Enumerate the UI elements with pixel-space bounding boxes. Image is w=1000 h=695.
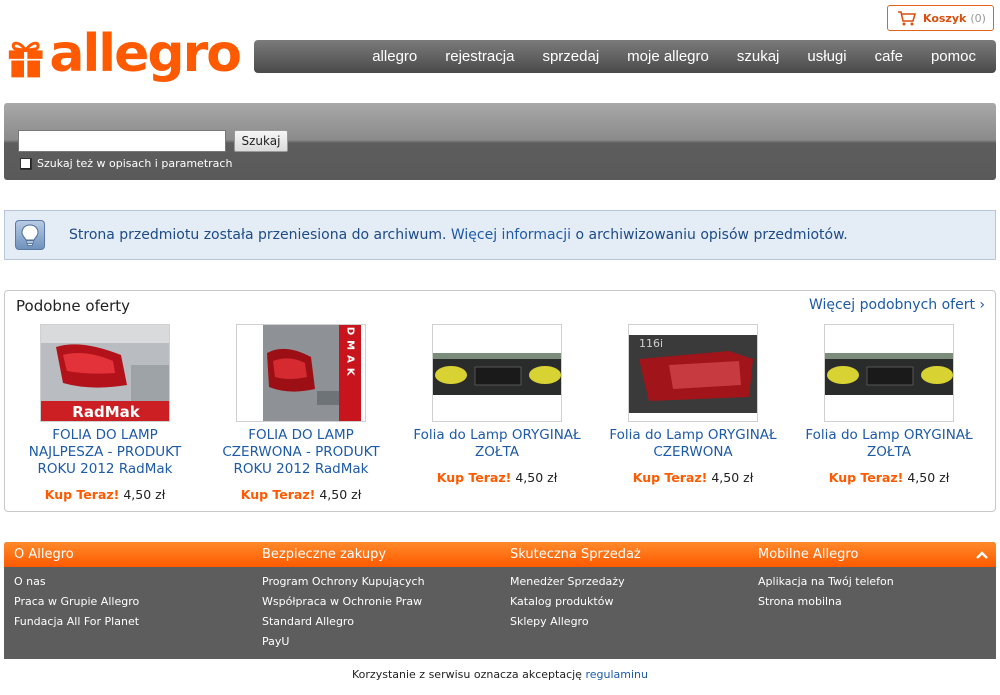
search-input[interactable] [18, 130, 226, 152]
nav-pomoc[interactable]: pomoc [931, 48, 976, 65]
offer-badge: RadMak [72, 403, 140, 421]
offer-image[interactable]: RadMak [40, 324, 170, 422]
price-value: 4,50 zł [515, 470, 558, 485]
offer-price: Kup Teraz! 4,50 zł [595, 470, 791, 485]
car-yellow-headlight-image [825, 325, 953, 421]
car-red-tail-light-image: 116i [629, 325, 757, 421]
nav-cafe[interactable]: cafe [875, 48, 903, 65]
price-value: 4,50 zł [123, 487, 166, 502]
nav-szukaj[interactable]: szukaj [737, 48, 780, 65]
nav-allegro[interactable]: allegro [372, 48, 417, 65]
offer-title[interactable]: Folia do Lamp ORYGINAŁ ZOŁTA [791, 427, 987, 461]
footer-column-skuteczna-sprzedaz: Skuteczna Sprzedaż Menedżer Sprzedaży Ka… [510, 542, 641, 635]
more-info-link[interactable]: Więcej informacji [451, 227, 571, 243]
footer-column-title: Mobilne Allegro [758, 547, 859, 562]
footer-link[interactable]: Praca w Grupie Allegro [14, 595, 139, 615]
chevron-up-icon[interactable] [974, 547, 990, 563]
top-navigation: allegro rejestracja sprzedaj moje allegr… [254, 40, 996, 73]
offer-price: Kup Teraz! 4,50 zł [791, 470, 987, 485]
buy-now-label[interactable]: Kup Teraz! [241, 487, 316, 502]
lightbulb-icon [15, 220, 45, 250]
cart-label: Koszyk [923, 11, 967, 25]
nav-sprzedaj[interactable]: sprzedaj [542, 48, 599, 65]
buy-now-label[interactable]: Kup Teraz! [437, 470, 512, 485]
offer-image[interactable] [432, 324, 562, 422]
offer-card[interactable]: Folia do Lamp ORYGINAŁ ZOŁTA Kup Teraz! 4… [791, 324, 987, 485]
footer-link[interactable]: Współpraca w Ochronie Praw [262, 595, 425, 615]
terms-link[interactable]: regulaminu [585, 668, 648, 681]
offer-price: Kup Teraz! 4,50 zł [399, 470, 595, 485]
footer-link[interactable]: Menedżer Sprzedaży [510, 575, 641, 595]
footer-column-title: O Allegro [14, 547, 74, 562]
cart-count: (0) [970, 11, 986, 25]
buy-now-label[interactable]: Kup Teraz! [829, 470, 904, 485]
cart-button[interactable]: Koszyk (0) [887, 5, 994, 31]
similar-offers-panel: Podobne oferty Więcej podobnych ofert › … [4, 290, 996, 512]
car-tail-light-image: RadMak [41, 325, 169, 421]
footer-link[interactable]: Standard Allegro [262, 615, 425, 635]
svg-text:116i: 116i [639, 337, 663, 350]
offer-badge: RADMAK [345, 325, 356, 381]
similar-offers-title: Podobne oferty [16, 297, 131, 315]
logo-wordmark: allegro [49, 24, 242, 84]
offer-card[interactable]: RadMak FOLIA DO LAMP NAJLPESZA - PRODUKT… [7, 324, 203, 502]
car-yellow-headlight-image [433, 325, 561, 421]
nav-moje-allegro[interactable]: moje allegro [627, 48, 709, 65]
archive-notice-text: Strona przedmiotu została przeniesiona d… [69, 227, 848, 243]
footer-link[interactable]: Aplikacja na Twój telefon [758, 575, 894, 595]
offer-price: Kup Teraz! 4,50 zł [7, 487, 203, 502]
footer-link[interactable]: Sklepy Allegro [510, 615, 641, 635]
footer-column-mobilne-allegro: Mobilne Allegro Aplikacja na Twój telefo… [758, 542, 894, 615]
footer-link[interactable]: Strona mobilna [758, 595, 894, 615]
buy-now-label[interactable]: Kup Teraz! [633, 470, 708, 485]
terms-notice: Korzystanie z serwisu oznacza akceptację… [0, 668, 1000, 681]
offer-title[interactable]: FOLIA DO LAMP CZERWONA - PRODUKT ROKU 20… [203, 427, 399, 478]
footer-link[interactable]: Fundacja All For Planet [14, 615, 139, 635]
offer-title[interactable]: FOLIA DO LAMP NAJLPESZA - PRODUKT ROKU 2… [7, 427, 203, 478]
footer-column-title: Skuteczna Sprzedaż [510, 547, 641, 562]
search-button[interactable]: Szukaj [234, 130, 288, 152]
footer-link[interactable]: O nas [14, 575, 139, 595]
footer-link[interactable]: Program Ochrony Kupujących [262, 575, 425, 595]
gift-icon [8, 41, 43, 78]
footer-column-o-allegro: O Allegro O nas Praca w Grupie Allegro F… [14, 542, 139, 635]
buy-now-label[interactable]: Kup Teraz! [45, 487, 120, 502]
search-bar: Szukaj Szukaj też w opisach i parametrac… [4, 103, 996, 180]
nav-rejestracja[interactable]: rejestracja [445, 48, 514, 65]
nav-uslugi[interactable]: usługi [807, 48, 846, 65]
offer-title[interactable]: Folia do Lamp ORYGINAŁ CZERWONA [595, 427, 791, 461]
site-footer: O Allegro O nas Praca w Grupie Allegro F… [4, 542, 996, 659]
notice-text-after: o archiwizowaniu opisów przedmiotów. [575, 227, 848, 243]
offer-card[interactable]: RADMAK FOLIA DO LAMP CZERWONA - PRODUKT … [203, 324, 399, 502]
footer-link[interactable]: PayU [262, 635, 425, 655]
offer-image[interactable]: 116i [628, 324, 758, 422]
archive-notice: Strona przedmiotu została przeniesiona d… [4, 210, 996, 260]
offer-image[interactable]: RADMAK [236, 324, 366, 422]
price-value: 4,50 zł [319, 487, 362, 502]
offer-image[interactable] [824, 324, 954, 422]
offer-price: Kup Teraz! 4,50 zł [203, 487, 399, 502]
offer-title[interactable]: Folia do Lamp ORYGINAŁ ZOŁTA [399, 427, 595, 461]
search-descriptions-checkbox[interactable] [20, 158, 32, 170]
search-descriptions-label[interactable]: Szukaj też w opisach i parametrach [37, 157, 232, 170]
allegro-logo[interactable]: allegro [8, 24, 242, 90]
more-similar-offers-link[interactable]: Więcej podobnych ofert › [809, 297, 985, 313]
offer-card[interactable]: Folia do Lamp ORYGINAŁ ZOŁTA Kup Teraz! 4… [399, 324, 595, 485]
footer-link[interactable]: Katalog produktów [510, 595, 641, 615]
offer-card[interactable]: 116i Folia do Lamp ORYGINAŁ CZERWONA Kup… [595, 324, 791, 485]
price-value: 4,50 zł [907, 470, 950, 485]
terms-text: Korzystanie z serwisu oznacza akceptację [352, 668, 582, 681]
footer-column-bezpieczne-zakupy: Bezpieczne zakupy Program Ochrony Kupują… [262, 542, 425, 655]
car-tail-light-image: RADMAK [237, 325, 365, 421]
cart-icon [898, 11, 917, 26]
notice-text-before: Strona przedmiotu została przeniesiona d… [69, 227, 447, 243]
price-value: 4,50 zł [711, 470, 754, 485]
footer-column-title: Bezpieczne zakupy [262, 547, 387, 562]
